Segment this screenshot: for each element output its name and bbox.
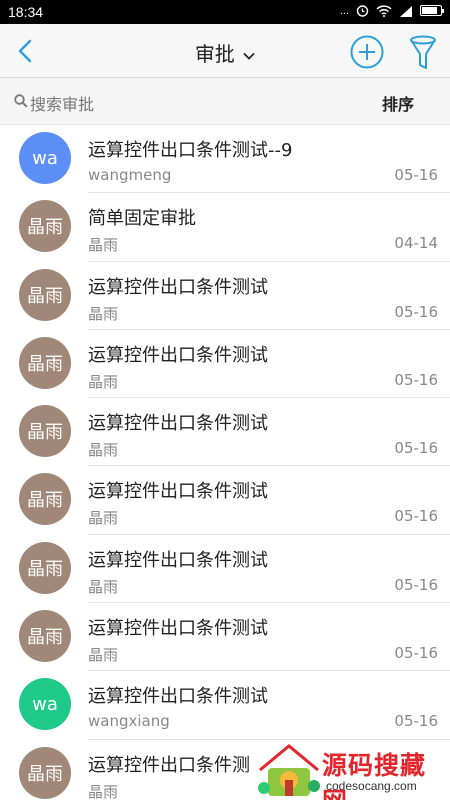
chevron-down-icon [243, 52, 255, 60]
item-date: 05-16 [394, 166, 438, 184]
item-date: 05-16 [394, 712, 438, 731]
funnel-icon [410, 35, 436, 69]
status-time: 18:34 [8, 4, 44, 20]
add-button[interactable] [350, 35, 384, 69]
item-title: 简单固定审批 [88, 208, 196, 230]
avatar: 晶雨 [19, 473, 71, 526]
item-title: 运算控件出口条件测试 [88, 344, 268, 366]
list-item[interactable]: 晶雨 运算控件出口条件测试 晶雨 05-16 [0, 398, 450, 467]
list-item[interactable]: 晶雨 运算控件出口条件测试 晶雨 05-16 [0, 535, 450, 604]
item-date: 05-16 [394, 644, 438, 663]
item-applicant: 晶雨 [88, 372, 119, 391]
sort-button[interactable]: 排序 [382, 91, 414, 115]
watermark-house-logo [258, 744, 320, 796]
watermark: 源码搜藏网 codesocang.com [254, 740, 450, 800]
filter-button[interactable] [408, 34, 438, 70]
avatar: 晶雨 [19, 405, 71, 458]
item-applicant: 晶雨 [88, 441, 119, 460]
avatar: 晶雨 [19, 541, 71, 594]
watermark-url: codesocang.com [326, 779, 417, 793]
item-title: 运算控件出口条件测试 [88, 549, 268, 571]
item-date: 05-16 [394, 575, 438, 594]
cell-signal-icon [400, 5, 412, 17]
item-title: 运算控件出口条件测 [88, 754, 250, 776]
item-title: 运算控件出口条件测试 [88, 413, 268, 435]
list-item[interactable]: 晶雨 运算控件出口条件测试 晶雨 05-16 [0, 466, 450, 536]
item-title: 运算控件出口条件测试 [88, 276, 268, 298]
system-icons: ... [339, 4, 444, 17]
search-icon [14, 94, 28, 108]
status-bar: 18:34 ... [0, 0, 450, 24]
alarm-icon [356, 5, 369, 17]
item-title: 运算控件出口条件测试 [88, 686, 268, 708]
item-applicant: 晶雨 [88, 509, 119, 528]
plus-circle-icon [350, 35, 384, 69]
list-item[interactable]: 晶雨 运算控件出口条件测试 晶雨 05-16 [0, 603, 450, 672]
avatar: 晶雨 [19, 336, 71, 389]
more-dots-icon: ... [339, 4, 349, 17]
avatar: 晶雨 [19, 746, 71, 799]
list-item[interactable]: 晶雨 运算控件出口条件测试 晶雨 05-16 [0, 262, 450, 331]
item-title: 运算控件出口条件测试 [88, 618, 268, 640]
item-date: 05-16 [394, 302, 438, 321]
list-item[interactable]: wa 运算控件出口条件测试 wangxiang 05-16 [0, 671, 450, 740]
search-input[interactable]: 搜索审批 [30, 91, 94, 115]
item-applicant: 晶雨 [88, 577, 119, 596]
battery-level [422, 7, 438, 14]
item-date: 04-14 [394, 234, 438, 253]
item-applicant: 晶雨 [88, 646, 119, 665]
page-title-label: 审批 [194, 42, 235, 66]
avatar: 晶雨 [19, 268, 71, 321]
wifi-icon [376, 4, 392, 17]
approval-list: wa 运算控件出口条件测试--9 wangmeng 05-16 晶雨 简单固定审批 晶雨 04… [0, 125, 450, 800]
item-date: 05-16 [394, 439, 438, 458]
item-applicant: 晶雨 [88, 304, 119, 323]
item-date: 05-16 [394, 507, 438, 526]
avatar: wa [19, 678, 71, 731]
item-title: 运算控件出口条件测试 [88, 481, 268, 503]
avatar: 晶雨 [19, 200, 71, 253]
item-applicant: 晶雨 [88, 236, 119, 255]
nav-bar: 审批 [0, 24, 450, 78]
avatar: wa [19, 132, 71, 184]
list-item[interactable]: 晶雨 简单固定审批 晶雨 04-14 [0, 193, 450, 262]
item-applicant: wangmeng [88, 166, 172, 184]
battery-icon [420, 5, 444, 16]
item-applicant: 晶雨 [88, 782, 119, 800]
search-bar: 搜索审批 排序 [0, 78, 450, 125]
list-item[interactable]: wa 运算控件出口条件测试--9 wangmeng 05-16 [0, 125, 450, 194]
item-applicant: wangxiang [88, 712, 170, 731]
item-title: 运算控件出口条件测试--9 [88, 140, 293, 161]
avatar: 晶雨 [19, 610, 71, 663]
list-item[interactable]: 晶雨 运算控件出口条件测试 晶雨 05-16 [0, 330, 450, 399]
item-date: 05-16 [394, 370, 438, 389]
